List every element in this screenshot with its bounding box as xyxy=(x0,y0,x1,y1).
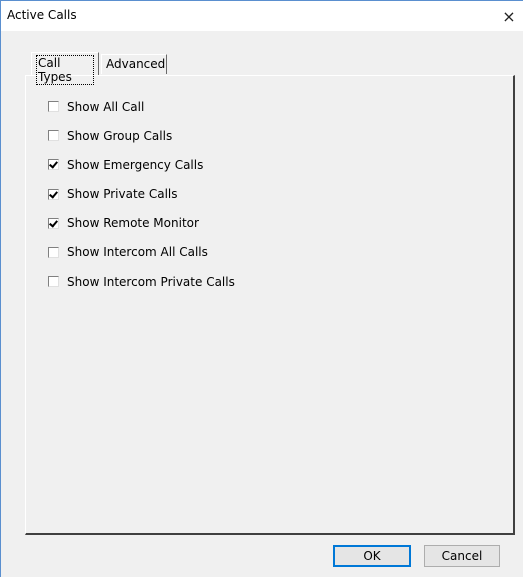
call-types-panel: Show All Call Show Group Calls Show Emer… xyxy=(25,75,515,535)
show-remote-monitor-option[interactable]: Show Remote Monitor xyxy=(48,216,235,231)
show-emergency-calls-checkbox[interactable] xyxy=(48,159,59,171)
tab-advanced[interactable]: Advanced xyxy=(101,54,167,74)
show-intercom-private-calls-label: Show Intercom Private Calls xyxy=(67,274,235,289)
window-title: Active Calls xyxy=(7,8,77,22)
close-icon[interactable]: × xyxy=(494,1,523,31)
show-private-calls-checkbox[interactable] xyxy=(48,188,59,200)
tab-call-types-label: Call Types xyxy=(36,55,94,85)
show-emergency-calls-label: Show Emergency Calls xyxy=(67,157,204,172)
tab-advanced-label: Advanced xyxy=(106,57,166,71)
show-group-calls-option[interactable]: Show Group Calls xyxy=(48,128,235,143)
tab-call-types[interactable]: Call Types xyxy=(31,52,99,85)
show-all-call-label: Show All Call xyxy=(67,99,145,114)
show-intercom-all-calls-label: Show Intercom All Calls xyxy=(67,245,208,260)
show-intercom-private-calls-checkbox[interactable] xyxy=(48,276,59,288)
show-remote-monitor-checkbox[interactable] xyxy=(48,217,59,229)
show-group-calls-label: Show Group Calls xyxy=(67,128,173,143)
show-private-calls-label: Show Private Calls xyxy=(67,187,178,202)
title-bar: Active Calls × xyxy=(1,1,523,31)
show-all-call-checkbox[interactable] xyxy=(48,101,59,112)
call-types-checklist: Show All Call Show Group Calls Show Emer… xyxy=(48,99,235,303)
show-intercom-private-calls-option[interactable]: Show Intercom Private Calls xyxy=(48,274,235,289)
show-intercom-all-calls-option[interactable]: Show Intercom All Calls xyxy=(48,245,235,260)
show-group-calls-checkbox[interactable] xyxy=(48,130,59,142)
ok-button[interactable]: OK xyxy=(333,545,411,567)
show-remote-monitor-label: Show Remote Monitor xyxy=(67,216,199,231)
show-emergency-calls-option[interactable]: Show Emergency Calls xyxy=(48,157,235,172)
show-intercom-all-calls-checkbox[interactable] xyxy=(48,246,59,258)
cancel-button[interactable]: Cancel xyxy=(424,545,500,567)
show-private-calls-option[interactable]: Show Private Calls xyxy=(48,187,235,202)
active-calls-dialog: Active Calls × Call Types Advanced Show … xyxy=(0,0,523,577)
show-all-call-option[interactable]: Show All Call xyxy=(48,99,235,114)
